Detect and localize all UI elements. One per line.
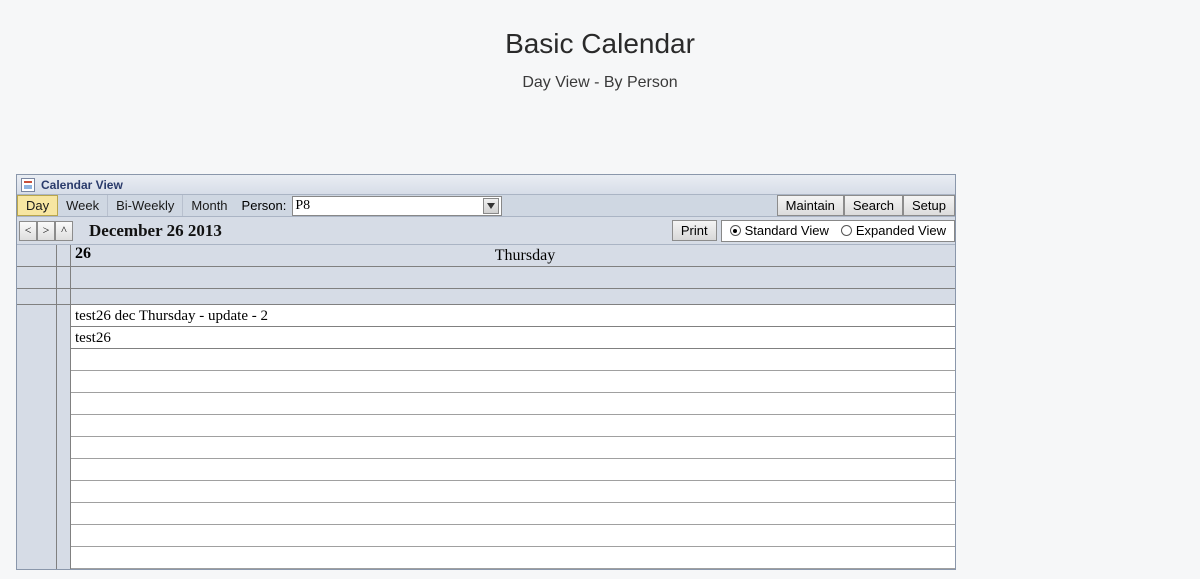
radio-standard-view[interactable]: Standard View [730,223,829,238]
view-mode-group: Standard View Expanded View [721,220,955,242]
calendar-entry[interactable]: test26 dec Thursday - update - 2 [71,305,955,327]
tab-biweekly[interactable]: Bi-Weekly [108,195,183,216]
toolbar: Day Week Bi-Weekly Month Person: P8 Main… [17,195,955,217]
date-bar: < > ^ December 26 2013 Print Standard Vi… [17,217,955,245]
setup-button[interactable]: Setup [903,195,955,216]
selection-gutter [57,245,71,569]
current-date: December 26 2013 [89,221,222,241]
calendar-entry[interactable]: test26 [71,327,955,349]
page-subtitle: Day View - By Person [0,74,1200,92]
grid-main: 26 Thursday test26 dec Thursday - update… [71,245,955,569]
tab-month[interactable]: Month [183,195,235,216]
radio-expanded-view[interactable]: Expanded View [841,223,946,238]
radio-icon [841,225,852,236]
chevron-down-icon[interactable] [483,198,499,214]
empty-slot[interactable] [71,437,955,459]
empty-slot[interactable] [71,503,955,525]
person-label: Person: [236,195,293,216]
empty-slot[interactable] [71,349,955,371]
tab-week[interactable]: Week [58,195,108,216]
person-value: P8 [295,198,483,214]
day-column-header: 26 Thursday [71,245,955,267]
spacer-row [71,289,955,305]
search-button[interactable]: Search [844,195,903,216]
calendar-window: Calendar View Day Week Bi-Weekly Month P… [16,174,956,570]
calendar-grid: 26 Thursday test26 dec Thursday - update… [17,245,955,569]
allday-row[interactable] [71,267,955,289]
prev-button[interactable]: < [19,221,37,241]
page-header: Basic Calendar Day View - By Person [0,0,1200,92]
empty-slot[interactable] [71,481,955,503]
tab-day[interactable]: Day [17,195,58,216]
page-title: Basic Calendar [0,28,1200,60]
up-button[interactable]: ^ [55,221,73,241]
empty-slot[interactable] [71,371,955,393]
empty-slot[interactable] [71,415,955,437]
day-number: 26 [71,245,95,266]
empty-slot[interactable] [71,393,955,415]
radio-standard-label: Standard View [745,223,829,238]
window-title: Calendar View [41,178,123,192]
radio-expanded-label: Expanded View [856,223,946,238]
radio-icon [730,225,741,236]
empty-slot[interactable] [71,459,955,481]
empty-slot[interactable] [71,525,955,547]
title-bar: Calendar View [17,175,955,195]
maintain-button[interactable]: Maintain [777,195,844,216]
empty-slot[interactable] [71,547,955,569]
row-header-gutter [17,245,57,569]
day-name: Thursday [95,245,955,266]
person-select[interactable]: P8 [292,196,502,216]
form-icon [21,178,35,192]
print-button[interactable]: Print [672,220,717,241]
next-button[interactable]: > [37,221,55,241]
